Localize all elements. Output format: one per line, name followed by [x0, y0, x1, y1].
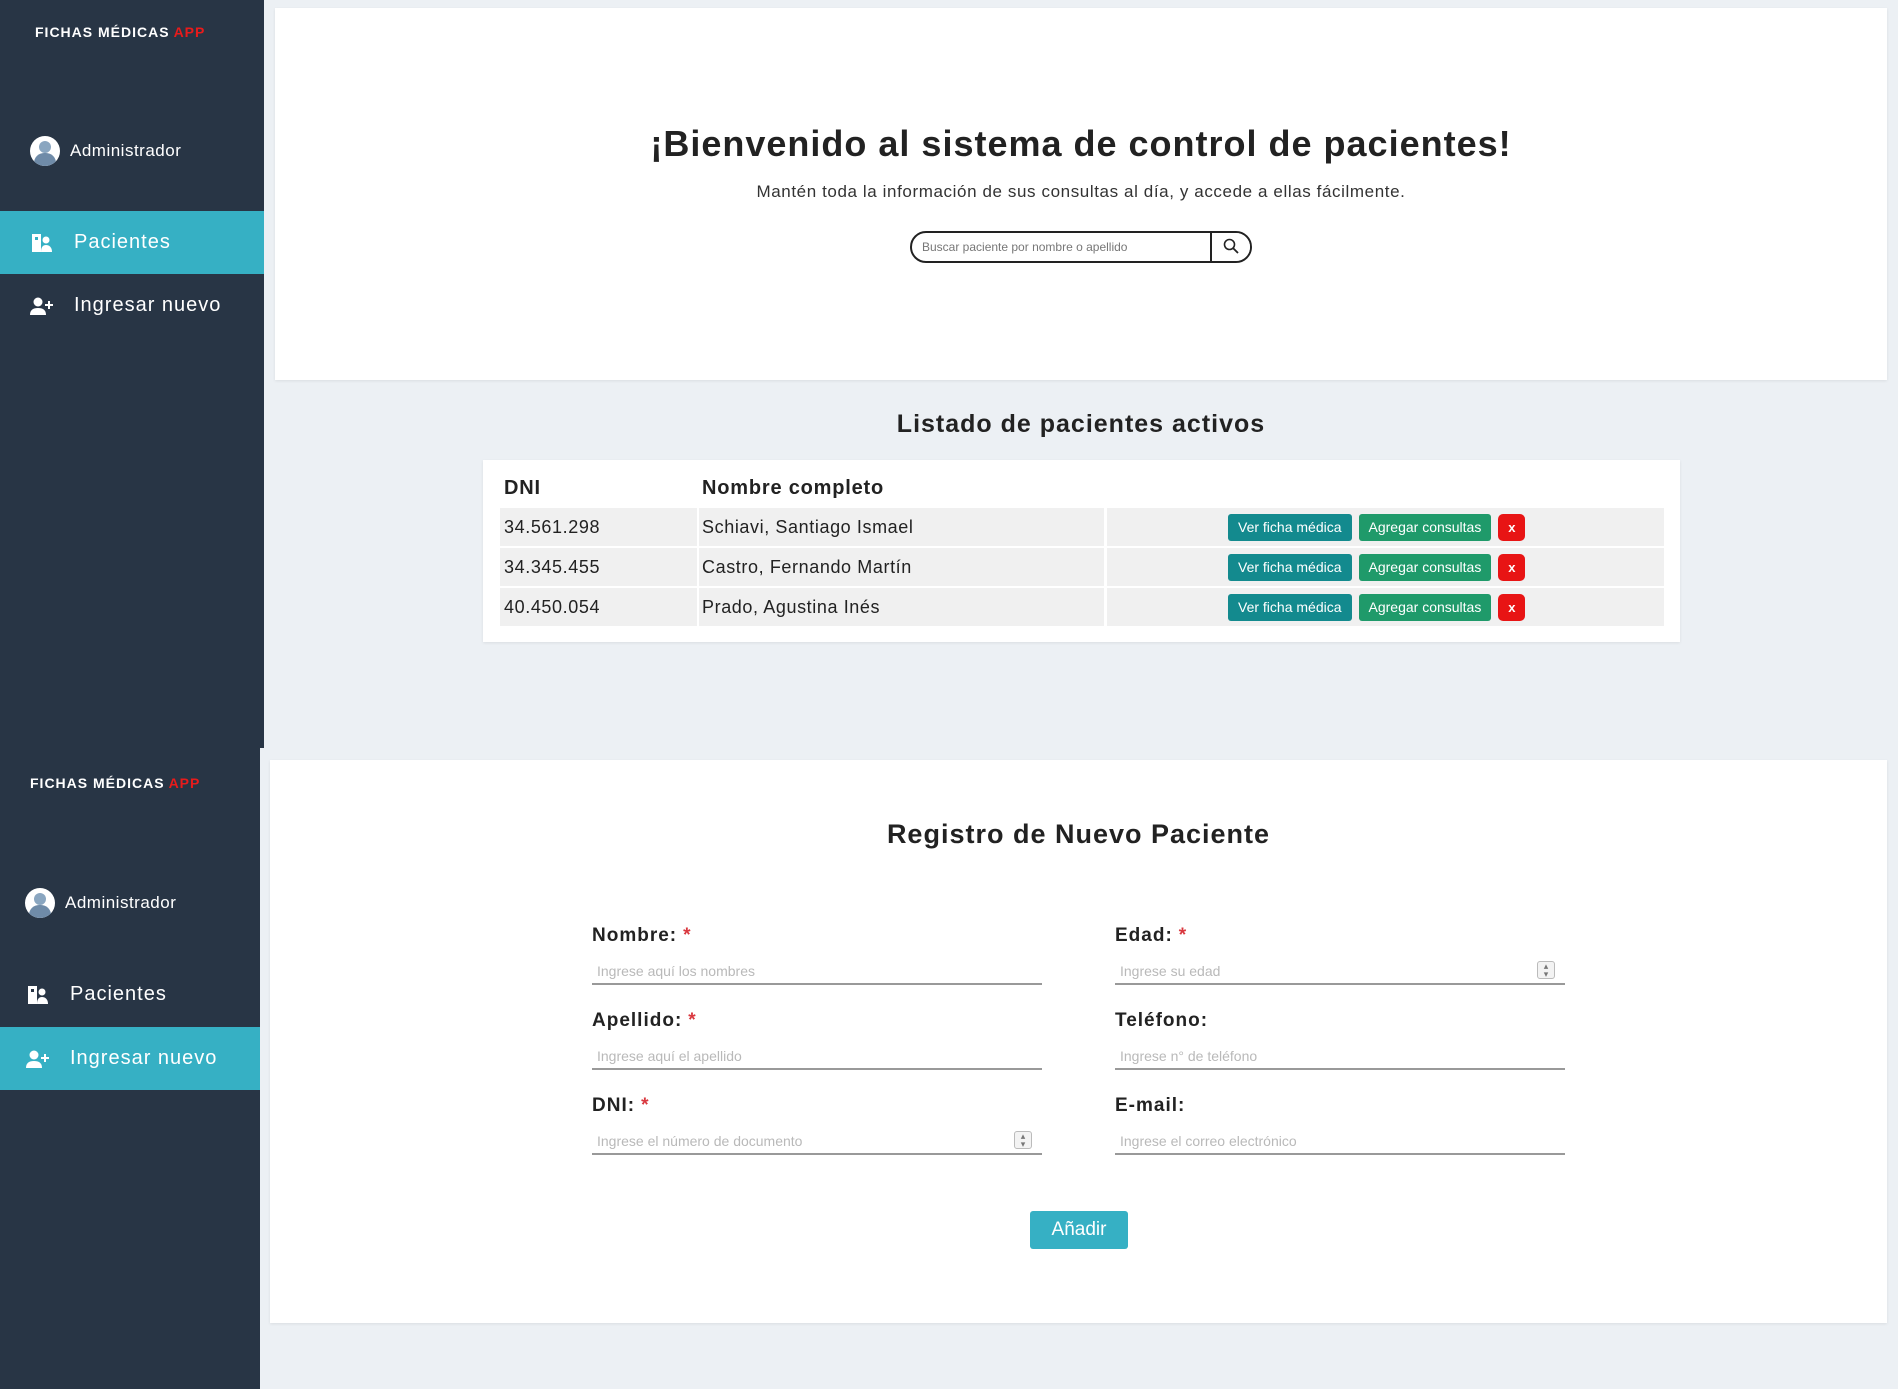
- table-row: 34.561.298 Schiavi, Santiago Ismael Ver …: [500, 508, 1664, 546]
- dni-input[interactable]: [592, 1129, 1042, 1153]
- form-title: Registro de Nuevo Paciente: [886, 819, 1271, 849]
- sidebar-item-label: Ingresar nuevo: [70, 1047, 218, 1069]
- cell-dni: 34.345.455: [500, 548, 697, 586]
- welcome-panel: ¡Bienvenido al sistema de control de pac…: [275, 8, 1887, 380]
- sidebar-item-pacientes[interactable]: Pacientes: [0, 963, 260, 1026]
- user-profile[interactable]: Administrador: [30, 136, 181, 166]
- add-consultation-button[interactable]: Agregar consultas: [1358, 553, 1492, 581]
- number-stepper[interactable]: ▴ ▾: [1014, 1131, 1032, 1149]
- brand-text: FICHAS MÉDICAS: [35, 24, 170, 40]
- sidebar-item-ingresar-nuevo[interactable]: Ingresar nuevo: [0, 274, 264, 337]
- table-header: DNI Nombre completo: [483, 477, 1680, 507]
- registration-form: Registro de Nuevo Paciente Nombre:* Edad…: [270, 760, 1887, 1323]
- view-record-button[interactable]: Ver ficha médica: [1228, 553, 1352, 581]
- sidebar-item-ingresar-nuevo[interactable]: Ingresar nuevo: [0, 1027, 260, 1090]
- table-row: 40.450.054 Prado, Agustina Inés Ver fich…: [500, 588, 1664, 626]
- delete-button[interactable]: x: [1498, 553, 1526, 581]
- email-label: E-mail:: [1115, 1095, 1186, 1116]
- telefono-input[interactable]: [1115, 1044, 1565, 1068]
- edad-label: Edad: *: [1115, 925, 1188, 946]
- hospital-user-icon: [30, 233, 54, 253]
- apellido-field: Apellido: *: [592, 1010, 1042, 1070]
- apellido-label: Apellido: *: [592, 1010, 697, 1031]
- dni-field: DNI:* ▴▾: [592, 1095, 1042, 1155]
- sidebar: FICHAS MÉDICAS APP Administrador Paciente…: [0, 748, 260, 1389]
- brand-text: FICHAS MÉDICAS: [30, 775, 165, 791]
- column-header-dni: DNI: [504, 477, 541, 499]
- app-brand[interactable]: FICHAS MÉDICAS APP: [35, 24, 205, 40]
- cell-name: Prado, Agustina Inés: [699, 588, 1104, 626]
- nombre-input[interactable]: [592, 959, 1042, 983]
- user-plus-icon: [30, 296, 54, 316]
- telefono-field: Teléfono:: [1115, 1010, 1565, 1070]
- sidebar-item-label: Pacientes: [74, 231, 171, 253]
- sidebar-item-label: Ingresar nuevo: [74, 294, 222, 316]
- email-input[interactable]: [1115, 1129, 1565, 1153]
- page-subtitle: Mantén toda la información de sus consul…: [756, 182, 1406, 201]
- nombre-field: Nombre: *: [592, 925, 1042, 985]
- number-stepper[interactable]: ▴ ▾: [1537, 961, 1555, 979]
- sidebar-item-label: Pacientes: [70, 983, 167, 1005]
- column-header-name: Nombre completo: [702, 477, 885, 499]
- cell-actions: Ver ficha médica Agregar consultas x: [1107, 588, 1664, 626]
- telefono-label: Teléfono:: [1115, 1010, 1209, 1031]
- user-plus-icon: [26, 1049, 50, 1069]
- search-bar: [910, 231, 1252, 263]
- hospital-user-icon: [26, 985, 50, 1005]
- email-field: E-mail:: [1115, 1095, 1565, 1155]
- patients-table: DNI Nombre completo 34.561.298 Schiavi, …: [483, 460, 1680, 642]
- patients-list-title: Listado de pacientes activos: [896, 410, 1266, 438]
- cell-dni: 34.561.298: [500, 508, 697, 546]
- add-consultation-button[interactable]: Agregar consultas: [1358, 513, 1492, 541]
- search-input[interactable]: [912, 233, 1210, 261]
- page-title: ¡Bienvenido al sistema de control de pac…: [650, 123, 1512, 164]
- user-name: Administrador: [65, 893, 177, 912]
- user-name: Administrador: [70, 141, 182, 160]
- edad-field: Edad:* ▴▾: [1115, 925, 1565, 985]
- search-button[interactable]: [1210, 233, 1250, 261]
- cell-actions: Ver ficha médica Agregar consultas x: [1107, 508, 1664, 546]
- search-icon: [1223, 238, 1239, 257]
- cell-name: Schiavi, Santiago Ismael: [699, 508, 1104, 546]
- cell-dni: 40.450.054: [500, 588, 697, 626]
- add-patient-button[interactable]: Añadir: [1030, 1211, 1128, 1249]
- edad-input[interactable]: [1115, 959, 1565, 983]
- brand-accent: APP: [173, 24, 206, 40]
- table-row: 34.345.455 Castro, Fernando Martín Ver f…: [500, 548, 1664, 586]
- view-record-button[interactable]: Ver ficha médica: [1228, 513, 1352, 541]
- view-record-button[interactable]: Ver ficha médica: [1228, 593, 1352, 621]
- apellido-input[interactable]: [592, 1044, 1042, 1068]
- avatar: [30, 136, 60, 166]
- user-profile[interactable]: Administrador: [25, 888, 176, 918]
- brand-accent: APP: [168, 775, 201, 791]
- app-brand[interactable]: FICHAS MÉDICAS APP: [30, 775, 200, 791]
- avatar: [25, 888, 55, 918]
- add-consultation-button[interactable]: Agregar consultas: [1358, 593, 1492, 621]
- sidebar-item-pacientes[interactable]: Pacientes: [0, 211, 264, 274]
- delete-button[interactable]: x: [1498, 513, 1526, 541]
- nombre-label: Nombre: *: [592, 925, 692, 946]
- delete-button[interactable]: x: [1498, 593, 1526, 621]
- cell-actions: Ver ficha médica Agregar consultas x: [1107, 548, 1664, 586]
- cell-name: Castro, Fernando Martín: [699, 548, 1104, 586]
- dni-label: DNI: *: [592, 1095, 650, 1116]
- sidebar: FICHAS MÉDICAS APP Administrador Paciente…: [0, 0, 264, 748]
